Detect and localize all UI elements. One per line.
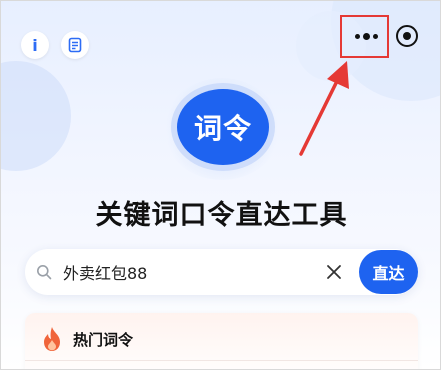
go-button[interactable]: 直达: [359, 250, 418, 294]
search-icon: [37, 265, 52, 280]
document-button[interactable]: [61, 31, 89, 59]
more-dots-icon: [354, 33, 360, 39]
target-icon: [403, 32, 411, 40]
more-dots-icon: [362, 32, 370, 40]
red-arrow-annotation: [299, 61, 349, 156]
flame-icon: [44, 327, 60, 351]
logo-text: 词令: [193, 112, 252, 145]
divider: [25, 360, 418, 361]
app-logo: 词令: [177, 89, 269, 165]
more-dots-icon: [372, 33, 378, 39]
info-icon: i: [32, 35, 38, 55]
document-icon: [68, 37, 82, 53]
search-input[interactable]: [63, 259, 318, 285]
more-button[interactable]: [351, 23, 381, 49]
app-frame: i 词令 关键词口令直达工具 直达 热门: [0, 0, 441, 370]
close-miniprogram-button[interactable]: [396, 25, 418, 47]
page-title: 关键词口令直达工具: [95, 200, 348, 231]
background-decoration: [1, 61, 71, 171]
info-button[interactable]: i: [21, 31, 49, 59]
hot-keywords-title: 热门词令: [73, 331, 134, 349]
clear-icon[interactable]: [325, 263, 343, 281]
